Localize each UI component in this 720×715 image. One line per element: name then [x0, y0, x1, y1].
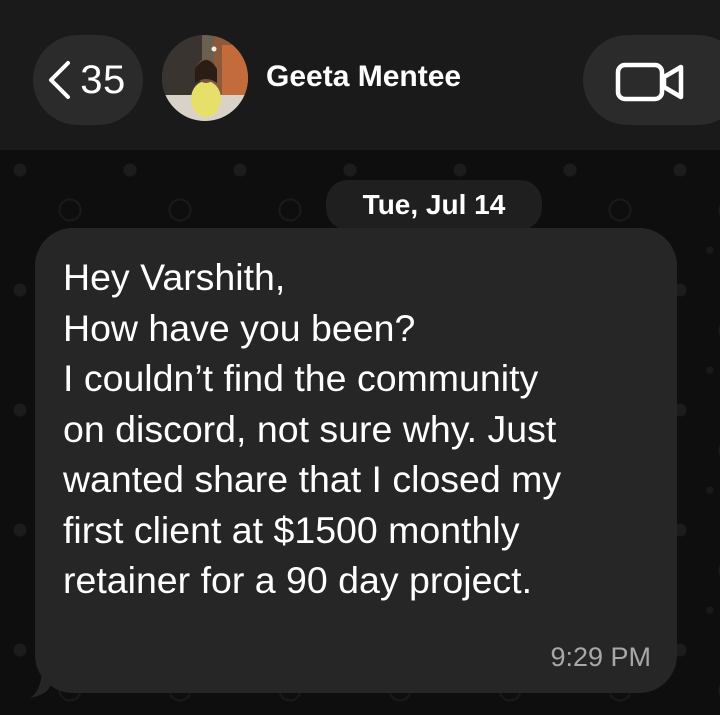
message-line: wanted share that I closed my [63, 458, 562, 500]
contact-name[interactable]: Geeta Mentee [266, 60, 461, 94]
message-line: How have you been? [63, 306, 416, 349]
message-line: retainer for a 90 day project. [63, 559, 533, 601]
back-button[interactable]: 35 [33, 35, 143, 125]
avatar-image [162, 35, 248, 121]
message-timestamp: 9:29 PM [550, 642, 651, 672]
video-camera-icon [615, 62, 684, 102]
message-line: Hey Varshith, [63, 256, 286, 298]
message-line: on discord, not sure why. Just [63, 407, 557, 450]
unread-count: 35 [80, 57, 126, 102]
video-call-button[interactable] [583, 35, 720, 125]
avatar[interactable] [162, 35, 248, 121]
chat-header: 35 Geeta Mentee [0, 0, 720, 150]
date-separator: Tue, Jul 14 [326, 180, 542, 230]
message-line: I couldn’t find the community [63, 357, 539, 399]
message-bubble[interactable]: Hey Varshith, How have you been? I could… [35, 228, 677, 693]
chevron-left-icon [49, 61, 71, 99]
message-line: first client at $1500 monthly [63, 508, 520, 551]
